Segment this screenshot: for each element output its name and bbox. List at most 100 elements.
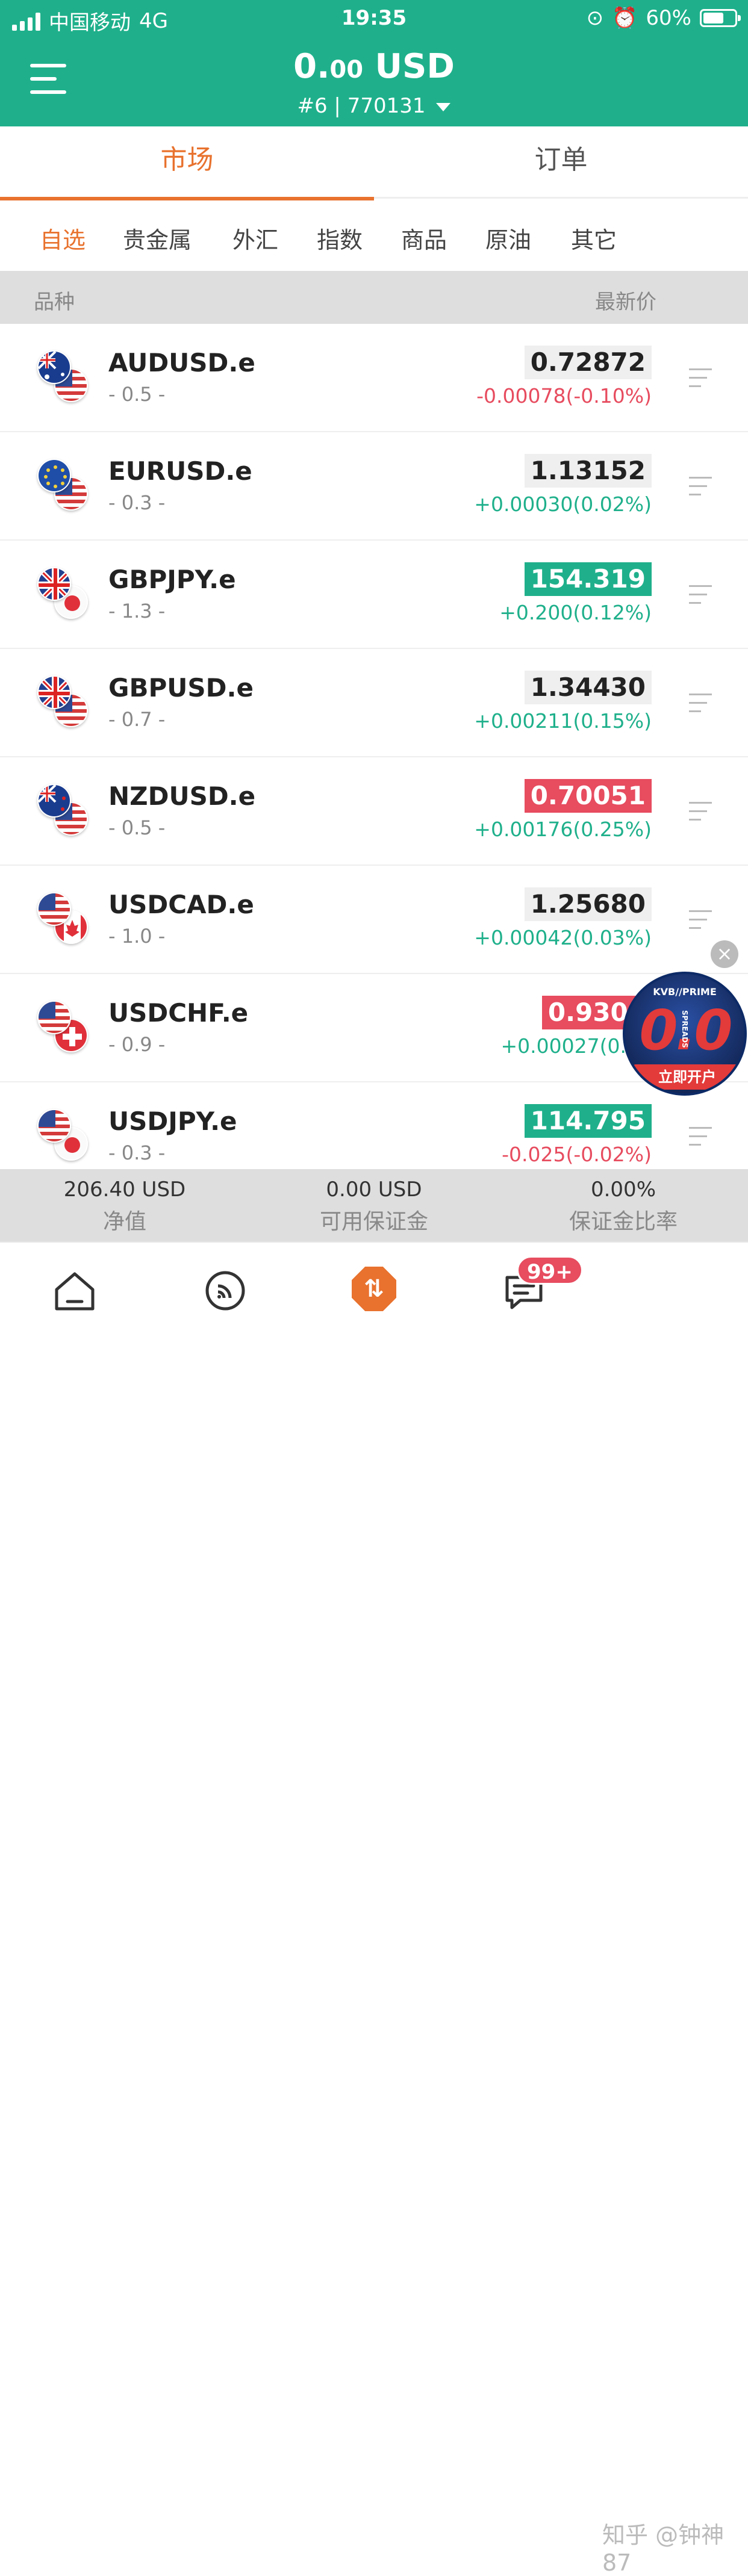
category-indices[interactable]: 指数 <box>317 222 363 255</box>
price-change: +0.00030(0.02%) <box>474 492 652 516</box>
account-selector[interactable]: #6 | 770131 <box>0 94 748 118</box>
price-change: +0.00176(0.25%) <box>474 818 652 841</box>
account-balance: 0.00 USD <box>293 47 455 86</box>
category-metals[interactable]: 贵金属 <box>123 222 192 255</box>
promo-subtext: SPREADS <box>681 1010 689 1048</box>
summary-value: 206.40 USD <box>63 1178 186 1202</box>
uk-flag-icon <box>37 675 71 709</box>
spread-value: - 0.3 - <box>108 1141 166 1164</box>
uk-flag-icon <box>37 567 71 601</box>
category-commodities[interactable]: 商品 <box>401 222 447 255</box>
symbol-name: NZDUSD.e <box>108 781 256 811</box>
symbol-column-label: 品种 <box>34 290 75 314</box>
alert-list-icon[interactable] <box>689 908 718 934</box>
price-change: -0.025(-0.02%) <box>502 1143 652 1166</box>
australia-flag-icon <box>37 350 71 384</box>
category-favorites[interactable]: 自选 <box>40 222 86 255</box>
home-icon[interactable] <box>51 1267 99 1315</box>
promo-close-button[interactable]: × <box>711 940 738 968</box>
main-tabs: 市场 订单 <box>0 126 748 200</box>
promo-brand: KVB//PRIME <box>653 986 717 998</box>
last-price: 154.319 <box>524 562 652 596</box>
currency-pair-flags <box>37 567 92 621</box>
category-other[interactable]: 其它 <box>571 222 617 255</box>
quote-row[interactable]: USDCAD.e - 1.0 - 1.25680 +0.00042(0.03%) <box>0 866 748 974</box>
last-price: 0.72872 <box>524 346 652 379</box>
new-zealand-flag-icon <box>37 784 71 818</box>
symbol-name: USDJPY.e <box>108 1106 237 1136</box>
last-price: 1.25680 <box>524 887 652 921</box>
promo-open-account-button[interactable]: 立即开户 <box>631 1064 743 1090</box>
currency-pair-flags <box>37 459 92 513</box>
symbol-name: USDCHF.e <box>108 998 249 1028</box>
price-change: +0.200(0.12%) <box>499 601 652 624</box>
alert-list-icon[interactable] <box>689 366 718 393</box>
usa-flag-icon <box>37 892 71 926</box>
tab-market[interactable]: 市场 <box>0 126 374 200</box>
symbol-name: GBPJPY.e <box>108 565 236 594</box>
feed-icon[interactable] <box>201 1267 249 1315</box>
usa-flag-icon <box>37 1001 71 1034</box>
summary-value: 0.00% <box>590 1178 656 1202</box>
category-forex[interactable]: 外汇 <box>232 222 278 255</box>
alarm-icon: ⏰ <box>612 6 638 30</box>
symbol-name: EURUSD.e <box>108 456 252 486</box>
trade-icon[interactable]: ⇅ <box>352 1267 396 1311</box>
quote-row[interactable]: GBPJPY.e - 1.3 - 154.319 +0.200(0.12%) <box>0 541 748 649</box>
quote-row[interactable]: NZDUSD.e - 0.5 - 0.70051 +0.00176(0.25%) <box>0 757 748 866</box>
symbol-name: USDCAD.e <box>108 890 254 919</box>
spread-value: - 0.7 - <box>108 708 166 731</box>
price-change: +0.00211(0.15%) <box>474 709 652 733</box>
app-header: 中国移动 4G 19:35 ⊙ ⏰ 60% 0.00 USD #6 | 7701… <box>0 0 748 126</box>
bottom-nav: ⇅ 99+ 知乎 @钟神87 <box>0 1241 748 2576</box>
alert-list-icon[interactable] <box>689 691 718 718</box>
eu-flag-icon <box>37 459 71 492</box>
price-column-label: 最新价 <box>595 290 656 314</box>
spread-value: - 0.9 - <box>108 1033 166 1056</box>
battery-percent: 60% <box>646 6 691 30</box>
spread-value: - 1.0 - <box>108 925 166 948</box>
price-change: -0.00078(-0.10%) <box>476 384 652 408</box>
quote-row[interactable]: EURUSD.e - 0.3 - 1.13152 +0.00030(0.02%) <box>0 432 748 541</box>
currency-pair-flags <box>37 1001 92 1055</box>
alert-list-icon[interactable] <box>689 474 718 501</box>
usa-flag-icon <box>37 1109 71 1143</box>
quote-row[interactable]: GBPUSD.e - 0.7 - 1.34430 +0.00211(0.15%) <box>0 649 748 757</box>
watermark-text: 知乎 @钟神87 <box>602 2522 725 2576</box>
tab-orders[interactable]: 订单 <box>374 126 748 199</box>
battery-icon <box>700 9 741 27</box>
symbol-name: GBPUSD.e <box>108 673 254 703</box>
currency-pair-flags <box>37 784 92 838</box>
summary-label: 净值 <box>102 1209 146 1234</box>
price-change: +0.00042(0.03%) <box>474 926 652 949</box>
alert-list-icon[interactable] <box>689 583 718 609</box>
category-tabs: 自选 贵金属 外汇 指数 商品 原油 其它 <box>0 199 748 271</box>
account-summary: 206.40 USD 净值 0.00 USD 可用保证金 0.00% 保证金比率 <box>0 1169 748 1241</box>
symbol-name: AUDUSD.e <box>108 348 255 377</box>
summary-margin-level: 0.00% 保证金比率 <box>499 1178 748 1235</box>
message-count-badge: 99+ <box>517 1256 583 1285</box>
summary-free-margin: 0.00 USD 可用保证金 <box>249 1178 499 1235</box>
quote-row[interactable]: USDJPY.e - 0.3 - 114.795 -0.025(-0.02%) <box>0 1082 748 1169</box>
quote-row[interactable]: AUDUSD.e - 0.5 - 0.72872 -0.00078(-0.10%… <box>0 324 748 432</box>
summary-label: 可用保证金 <box>319 1209 428 1234</box>
rotation-lock-icon: ⊙ <box>586 6 604 30</box>
currency-pair-flags <box>37 675 92 730</box>
currency-pair-flags <box>37 892 92 946</box>
category-crude-oil[interactable]: 原油 <box>485 222 531 255</box>
column-header: 品种 最新价 <box>0 271 748 324</box>
spread-value: - 0.3 - <box>108 491 166 514</box>
last-price: 114.795 <box>524 1104 652 1138</box>
alert-list-icon[interactable] <box>689 1125 718 1151</box>
currency-pair-flags <box>37 1109 92 1163</box>
alert-list-icon[interactable] <box>689 799 718 826</box>
summary-label: 保证金比率 <box>569 1209 678 1234</box>
currency-pair-flags <box>37 350 92 405</box>
last-price: 1.34430 <box>524 671 652 704</box>
chevron-down-icon <box>436 102 451 111</box>
summary-value: 0.00 USD <box>326 1178 422 1202</box>
spread-value: - 0.5 - <box>108 383 166 406</box>
account-number: #6 | 770131 <box>297 94 426 118</box>
last-price: 1.13152 <box>524 454 652 488</box>
promo-banner[interactable]: KVB//PRIME 0.0 SPREADS 立即开户 <box>623 972 747 1096</box>
